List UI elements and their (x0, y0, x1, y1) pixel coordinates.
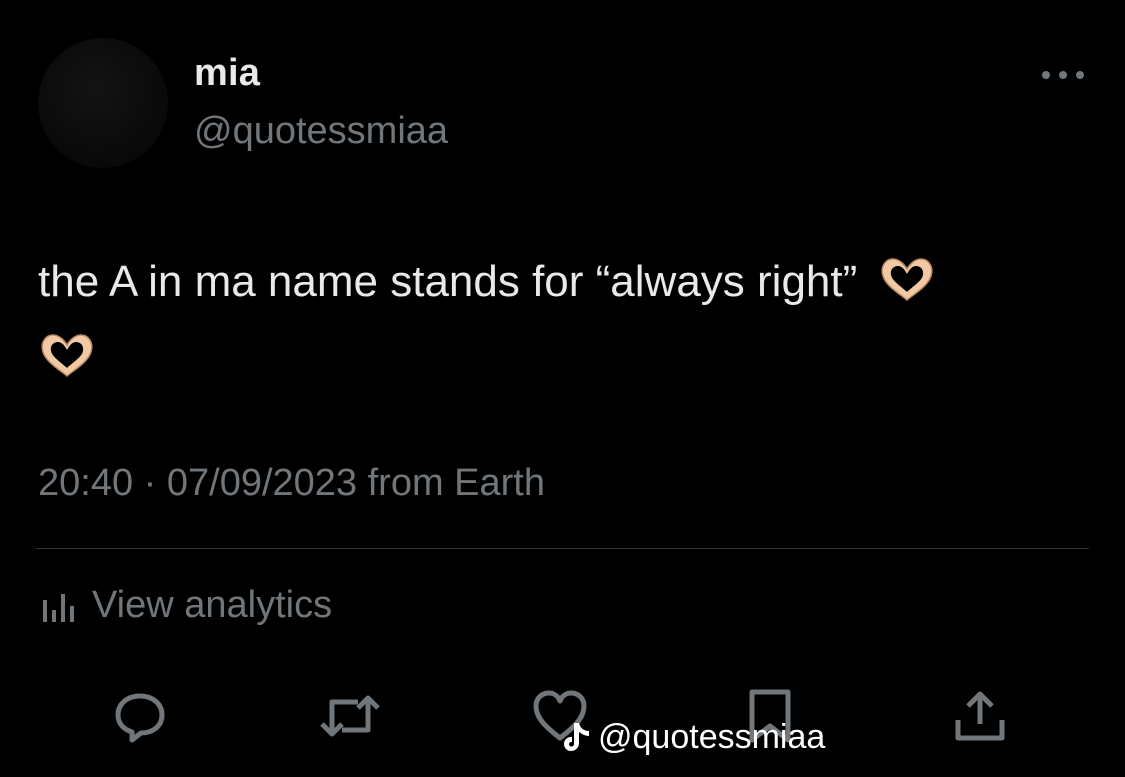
reply-button[interactable] (108, 684, 172, 748)
tweet-text: the A in ma name stands for “always righ… (38, 248, 1098, 400)
avatar[interactable] (38, 38, 168, 168)
retweet-icon (320, 695, 380, 737)
more-icon (1042, 71, 1084, 79)
watermark-text: @quotessmiaa (598, 718, 826, 756)
display-name[interactable]: mia (194, 52, 260, 95)
share-icon (955, 691, 1005, 741)
share-button[interactable] (948, 684, 1012, 748)
divider (36, 548, 1089, 549)
tiktok-icon (564, 722, 589, 751)
tweet-timestamp[interactable]: 20:40 · 07/09/2023 from Earth (38, 462, 545, 505)
tiktok-watermark: @quotessmiaa (562, 718, 825, 757)
retweet-button[interactable] (318, 684, 382, 748)
view-analytics-button[interactable]: View analytics (38, 584, 332, 627)
heart-hands-icon (38, 330, 96, 400)
more-options-button[interactable] (1038, 60, 1088, 90)
tweet-text-content: the A in ma name stands for “always righ… (38, 257, 858, 306)
heart-hands-icon (878, 254, 936, 324)
user-handle[interactable]: @quotessmiaa (194, 110, 448, 153)
analytics-label: View analytics (92, 584, 333, 626)
analytics-icon (43, 593, 74, 622)
reply-icon (115, 693, 165, 743)
